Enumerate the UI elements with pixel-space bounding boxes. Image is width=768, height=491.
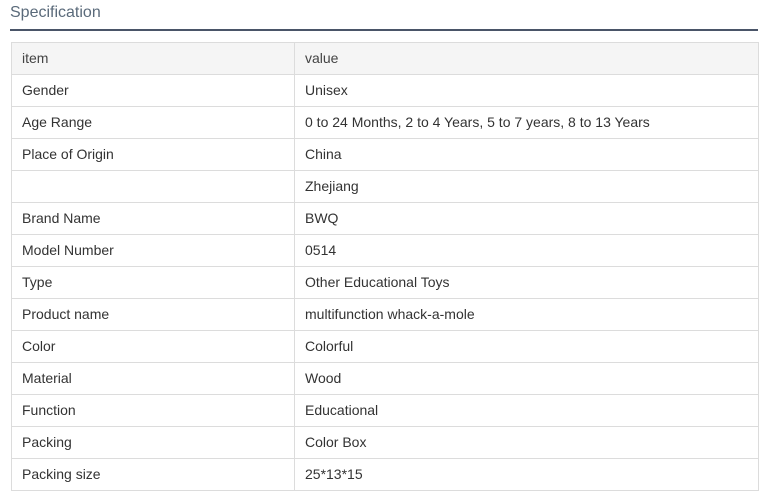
row-value: Wood xyxy=(294,362,759,395)
table-row: Type Other Educational Toys xyxy=(11,266,759,299)
row-value: Unisex xyxy=(294,74,759,107)
row-value: Colorful xyxy=(294,330,759,363)
table-row: Model Number 0514 xyxy=(11,234,759,267)
column-header-item: item xyxy=(11,42,295,75)
row-value: Zhejiang xyxy=(294,170,759,203)
row-key: Gender xyxy=(11,74,295,107)
row-value: Other Educational Toys xyxy=(294,266,759,299)
row-key: Packing xyxy=(11,426,295,459)
row-value: 0 to 24 Months, 2 to 4 Years, 5 to 7 yea… xyxy=(294,106,759,139)
section-title: Specification xyxy=(10,4,101,21)
table-row: Material Wood xyxy=(11,362,759,395)
column-header-value: value xyxy=(294,42,759,75)
table-row: Place of Origin China xyxy=(11,138,759,171)
row-key: Place of Origin xyxy=(11,138,295,171)
row-key xyxy=(11,170,295,203)
row-key: Brand Name xyxy=(11,202,295,235)
table-row: Function Educational xyxy=(11,394,759,427)
row-key: Material xyxy=(11,362,295,395)
row-value: 0514 xyxy=(294,234,759,267)
row-value: multifunction whack-a-mole xyxy=(294,298,759,331)
row-key: Age Range xyxy=(11,106,295,139)
table-row: Zhejiang xyxy=(11,170,759,203)
table-row: Packing size 25*13*15 xyxy=(11,458,759,491)
row-key: Function xyxy=(11,394,295,427)
row-value: China xyxy=(294,138,759,171)
table-row: Packing Color Box xyxy=(11,426,759,459)
row-key: Packing size xyxy=(11,458,295,491)
table-row: Color Colorful xyxy=(11,330,759,363)
row-key: Color xyxy=(11,330,295,363)
row-key: Type xyxy=(11,266,295,299)
row-key: Model Number xyxy=(11,234,295,267)
table-row: Product name multifunction whack-a-mole xyxy=(11,298,759,331)
row-value: Educational xyxy=(294,394,759,427)
row-value: BWQ xyxy=(294,202,759,235)
table-row: Gender Unisex xyxy=(11,74,759,107)
table-header-row: item value xyxy=(11,42,759,75)
table-row: Brand Name BWQ xyxy=(11,202,759,235)
row-value: Color Box xyxy=(294,426,759,459)
specification-table: item value Gender Unisex Age Range 0 to … xyxy=(11,42,759,491)
row-key: Product name xyxy=(11,298,295,331)
table-row: Age Range 0 to 24 Months, 2 to 4 Years, … xyxy=(11,106,759,139)
section-header: Specification xyxy=(10,0,758,31)
row-value: 25*13*15 xyxy=(294,458,759,491)
